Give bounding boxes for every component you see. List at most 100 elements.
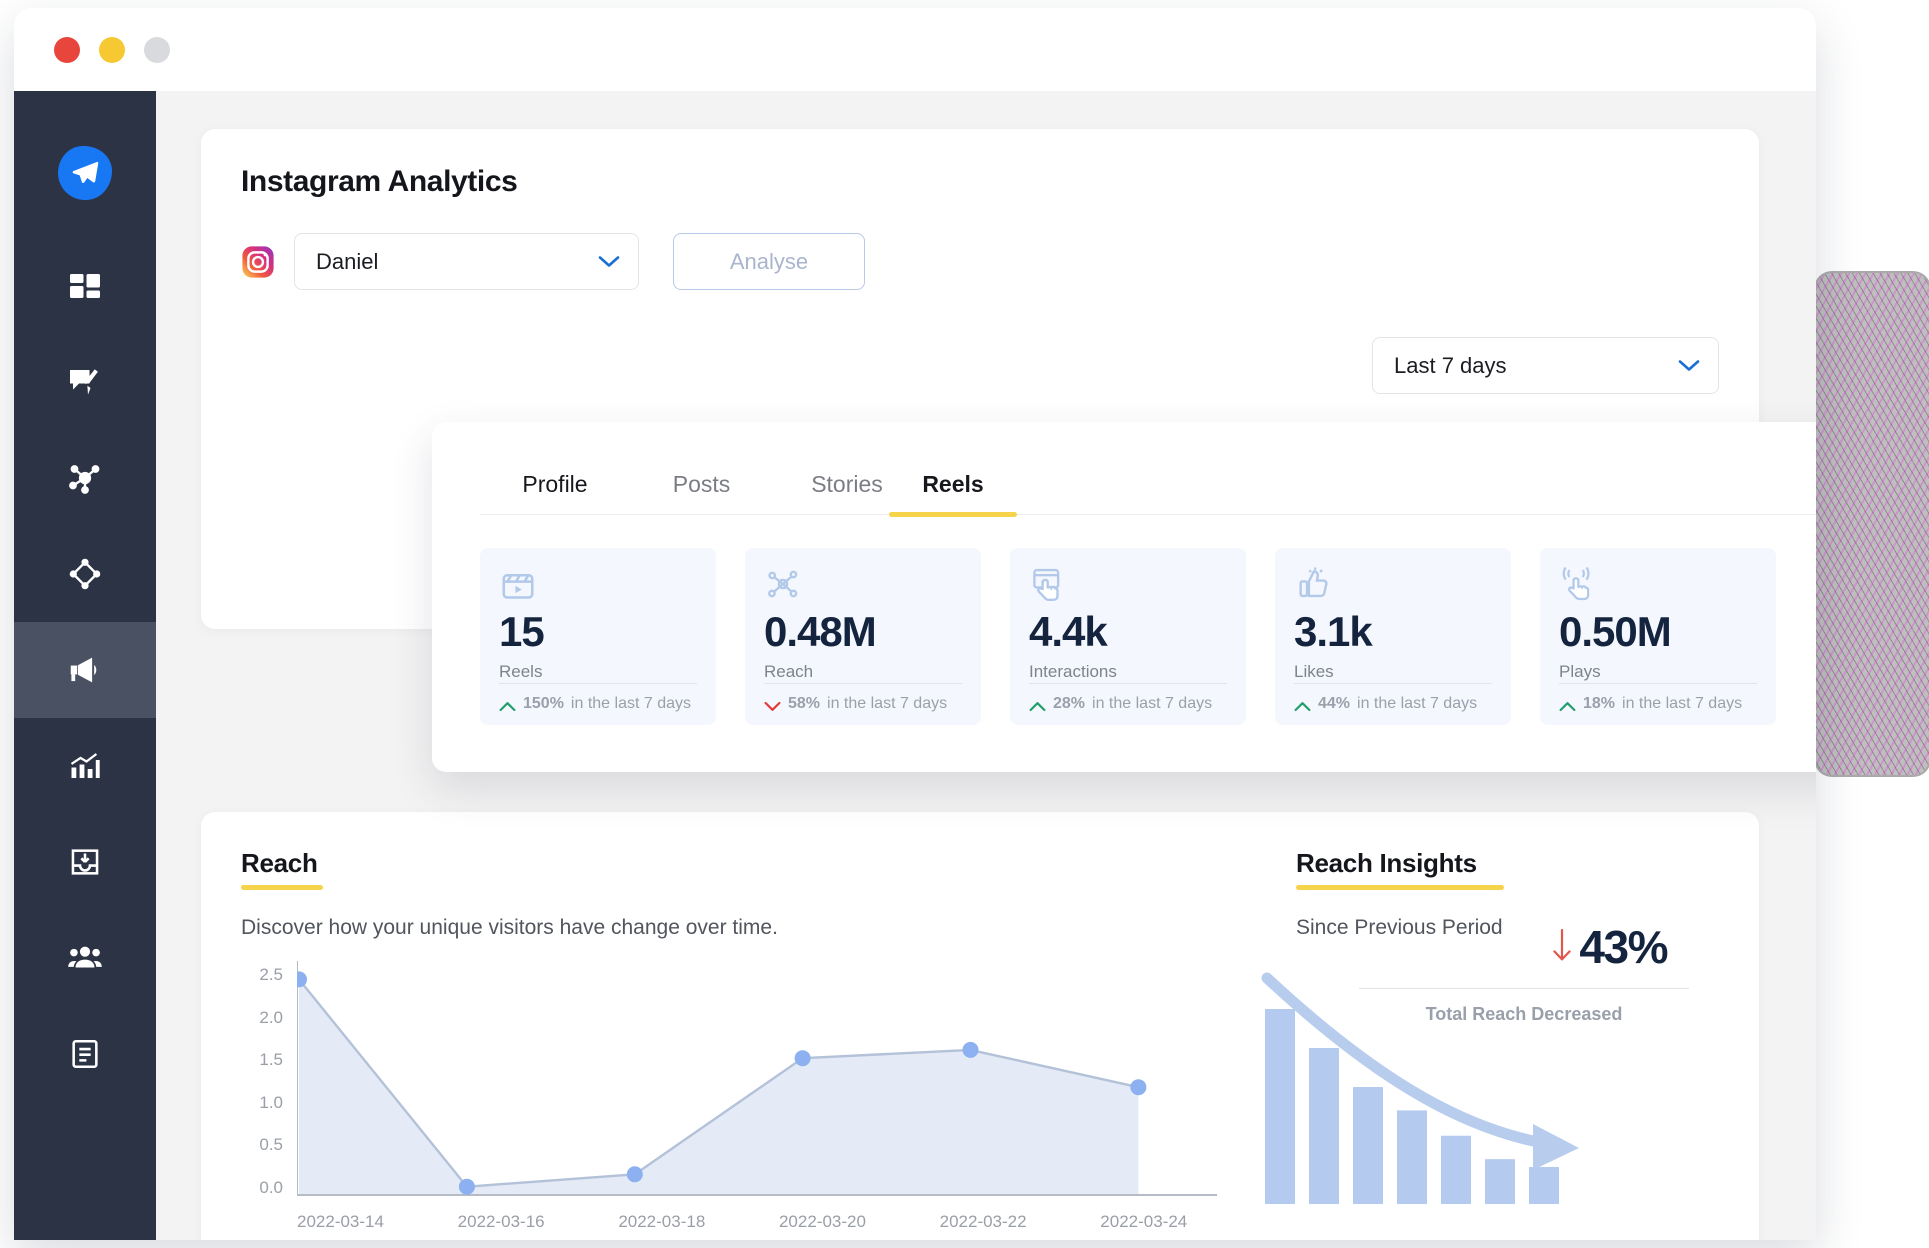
stat-card-reach: 0.48M Reach 58% in the last 7 days <box>745 548 981 725</box>
tab-stories[interactable]: Stories <box>773 471 921 514</box>
sidebar-item-team[interactable] <box>14 910 156 1006</box>
y-tick: 2.5 <box>259 965 283 984</box>
bar <box>1485 1159 1515 1204</box>
stat-value: 3.1k <box>1294 608 1373 655</box>
stat-delta-value: 150% <box>523 695 564 712</box>
tap-interaction-icon <box>1029 565 1227 607</box>
reels-clapper-icon <box>499 565 697 607</box>
sidebar-item-analytics[interactable] <box>14 718 156 814</box>
reach-panel: Reach Discover how your unique visitors … <box>201 812 1759 1240</box>
stat-value: 15 <box>499 608 545 655</box>
x-tick: 2022-03-16 <box>457 1212 545 1231</box>
y-tick: 0.5 <box>259 1135 283 1155</box>
title-underline <box>1296 885 1504 890</box>
stat-delta: 58% in the last 7 days <box>764 695 947 713</box>
stat-label: Reels <box>499 662 543 681</box>
data-point <box>962 1041 979 1058</box>
divider <box>1294 683 1492 684</box>
window-titlebar <box>14 8 1816 91</box>
tab-reels[interactable]: Reels <box>889 471 1017 517</box>
divider <box>1029 683 1227 684</box>
insight-percentage: 43% <box>1551 920 1668 974</box>
document-icon <box>68 1037 102 1071</box>
stat-card-interactions: 4.4k Interactions 28% in the last 7 days <box>1010 548 1246 725</box>
stat-card-reels: 15 Reels 150% in the last 7 days <box>480 548 716 725</box>
stat-delta: 150% in the last 7 days <box>499 695 691 713</box>
data-point <box>297 971 307 988</box>
stat-delta-suffix: in the last 7 days <box>1357 695 1478 712</box>
stats-row: 15 Reels 150% in the last 7 days 0.48M R… <box>480 548 1816 725</box>
reach-title: Reach <box>241 848 318 878</box>
stat-card-plays: 0.50M Plays 18% in the last 7 days <box>1540 548 1776 725</box>
account-select-value: Daniel <box>316 248 379 274</box>
app-logo[interactable] <box>58 146 112 200</box>
page-title: Instagram Analytics <box>241 165 518 198</box>
stat-label: Plays <box>1559 662 1601 681</box>
stat-delta-suffix: in the last 7 days <box>570 695 691 712</box>
image-edge-artifact <box>1816 273 1929 775</box>
data-point <box>626 1166 643 1183</box>
paper-plane-logo <box>58 146 112 200</box>
metrics-card: Profile Posts Stories Reels 15 Reels 150… <box>432 422 1816 772</box>
network-reach-icon <box>764 565 962 607</box>
bar <box>1309 1048 1339 1204</box>
divider <box>1559 683 1757 684</box>
sidebar-item-campaigns[interactable] <box>14 622 156 718</box>
chevron-down-icon <box>1678 359 1700 372</box>
y-tick: 1.5 <box>259 1050 283 1070</box>
title-underline <box>241 885 323 890</box>
data-point <box>1130 1079 1147 1096</box>
tab-posts[interactable]: Posts <box>630 471 773 514</box>
compose-message-icon <box>67 364 103 400</box>
x-tick: 2022-03-14 <box>297 1212 384 1231</box>
tab-profile[interactable]: Profile <box>480 471 630 514</box>
maximize-button[interactable] <box>144 36 170 63</box>
analyse-button[interactable]: Analyse <box>673 233 865 290</box>
megaphone-icon <box>66 651 104 689</box>
sidebar-item-inbox[interactable] <box>14 814 156 910</box>
insight-percent-value: 43% <box>1579 921 1668 973</box>
stat-delta: 28% in the last 7 days <box>1029 695 1212 713</box>
close-button[interactable] <box>54 36 80 63</box>
sidebar-item-reports[interactable] <box>14 1006 156 1102</box>
account-select[interactable]: Daniel <box>294 233 639 290</box>
y-tick: 1.0 <box>259 1092 283 1112</box>
sidebar-item-dashboard[interactable] <box>14 238 156 334</box>
play-tap-icon <box>1559 565 1757 607</box>
stat-value: 0.50M <box>1559 608 1672 655</box>
reach-line-plot <box>297 961 1217 1196</box>
sidebar <box>14 91 156 1240</box>
x-tick: 2022-03-22 <box>939 1212 1027 1231</box>
bar <box>1353 1087 1383 1204</box>
trend-down-icon <box>764 699 781 711</box>
thumbs-up-icon <box>1294 565 1492 607</box>
sidebar-item-network[interactable] <box>14 430 156 526</box>
down-arrow-icon <box>1551 925 1573 970</box>
bar <box>1529 1166 1559 1204</box>
trend-up-icon <box>499 699 516 711</box>
divider <box>764 683 962 684</box>
trend-up-icon <box>1559 699 1576 711</box>
sidebar-item-connections[interactable] <box>14 526 156 622</box>
reach-chart-section: Reach Discover how your unique visitors … <box>241 848 1261 1240</box>
date-range-select[interactable]: Last 7 days <box>1372 337 1719 394</box>
x-tick: 2022-03-18 <box>618 1212 706 1231</box>
stat-delta-value: 44% <box>1318 695 1351 712</box>
sidebar-item-compose[interactable] <box>14 334 156 430</box>
reach-subtitle: Discover how your unique visitors have c… <box>241 916 778 939</box>
stat-delta: 44% in the last 7 days <box>1294 695 1477 713</box>
network-nodes-icon <box>67 460 103 496</box>
stat-delta-suffix: in the last 7 days <box>1092 695 1213 712</box>
tab-bar: Profile Posts Stories Reels <box>480 422 1816 517</box>
trend-up-icon <box>1294 699 1311 711</box>
stat-value: 4.4k <box>1029 608 1108 655</box>
y-axis-labels: 2.5 2.0 1.5 1.0 0.5 0.0 <box>241 966 283 1196</box>
x-tick: 2022-03-24 <box>1100 1212 1188 1231</box>
insights-bar-chart <box>1261 972 1579 1204</box>
data-point <box>794 1050 811 1067</box>
inbox-download-icon <box>68 845 102 879</box>
diamond-nodes-icon <box>67 556 103 592</box>
minimize-button[interactable] <box>99 36 125 63</box>
instagram-icon <box>241 245 275 279</box>
stat-delta-value: 28% <box>1053 695 1086 712</box>
